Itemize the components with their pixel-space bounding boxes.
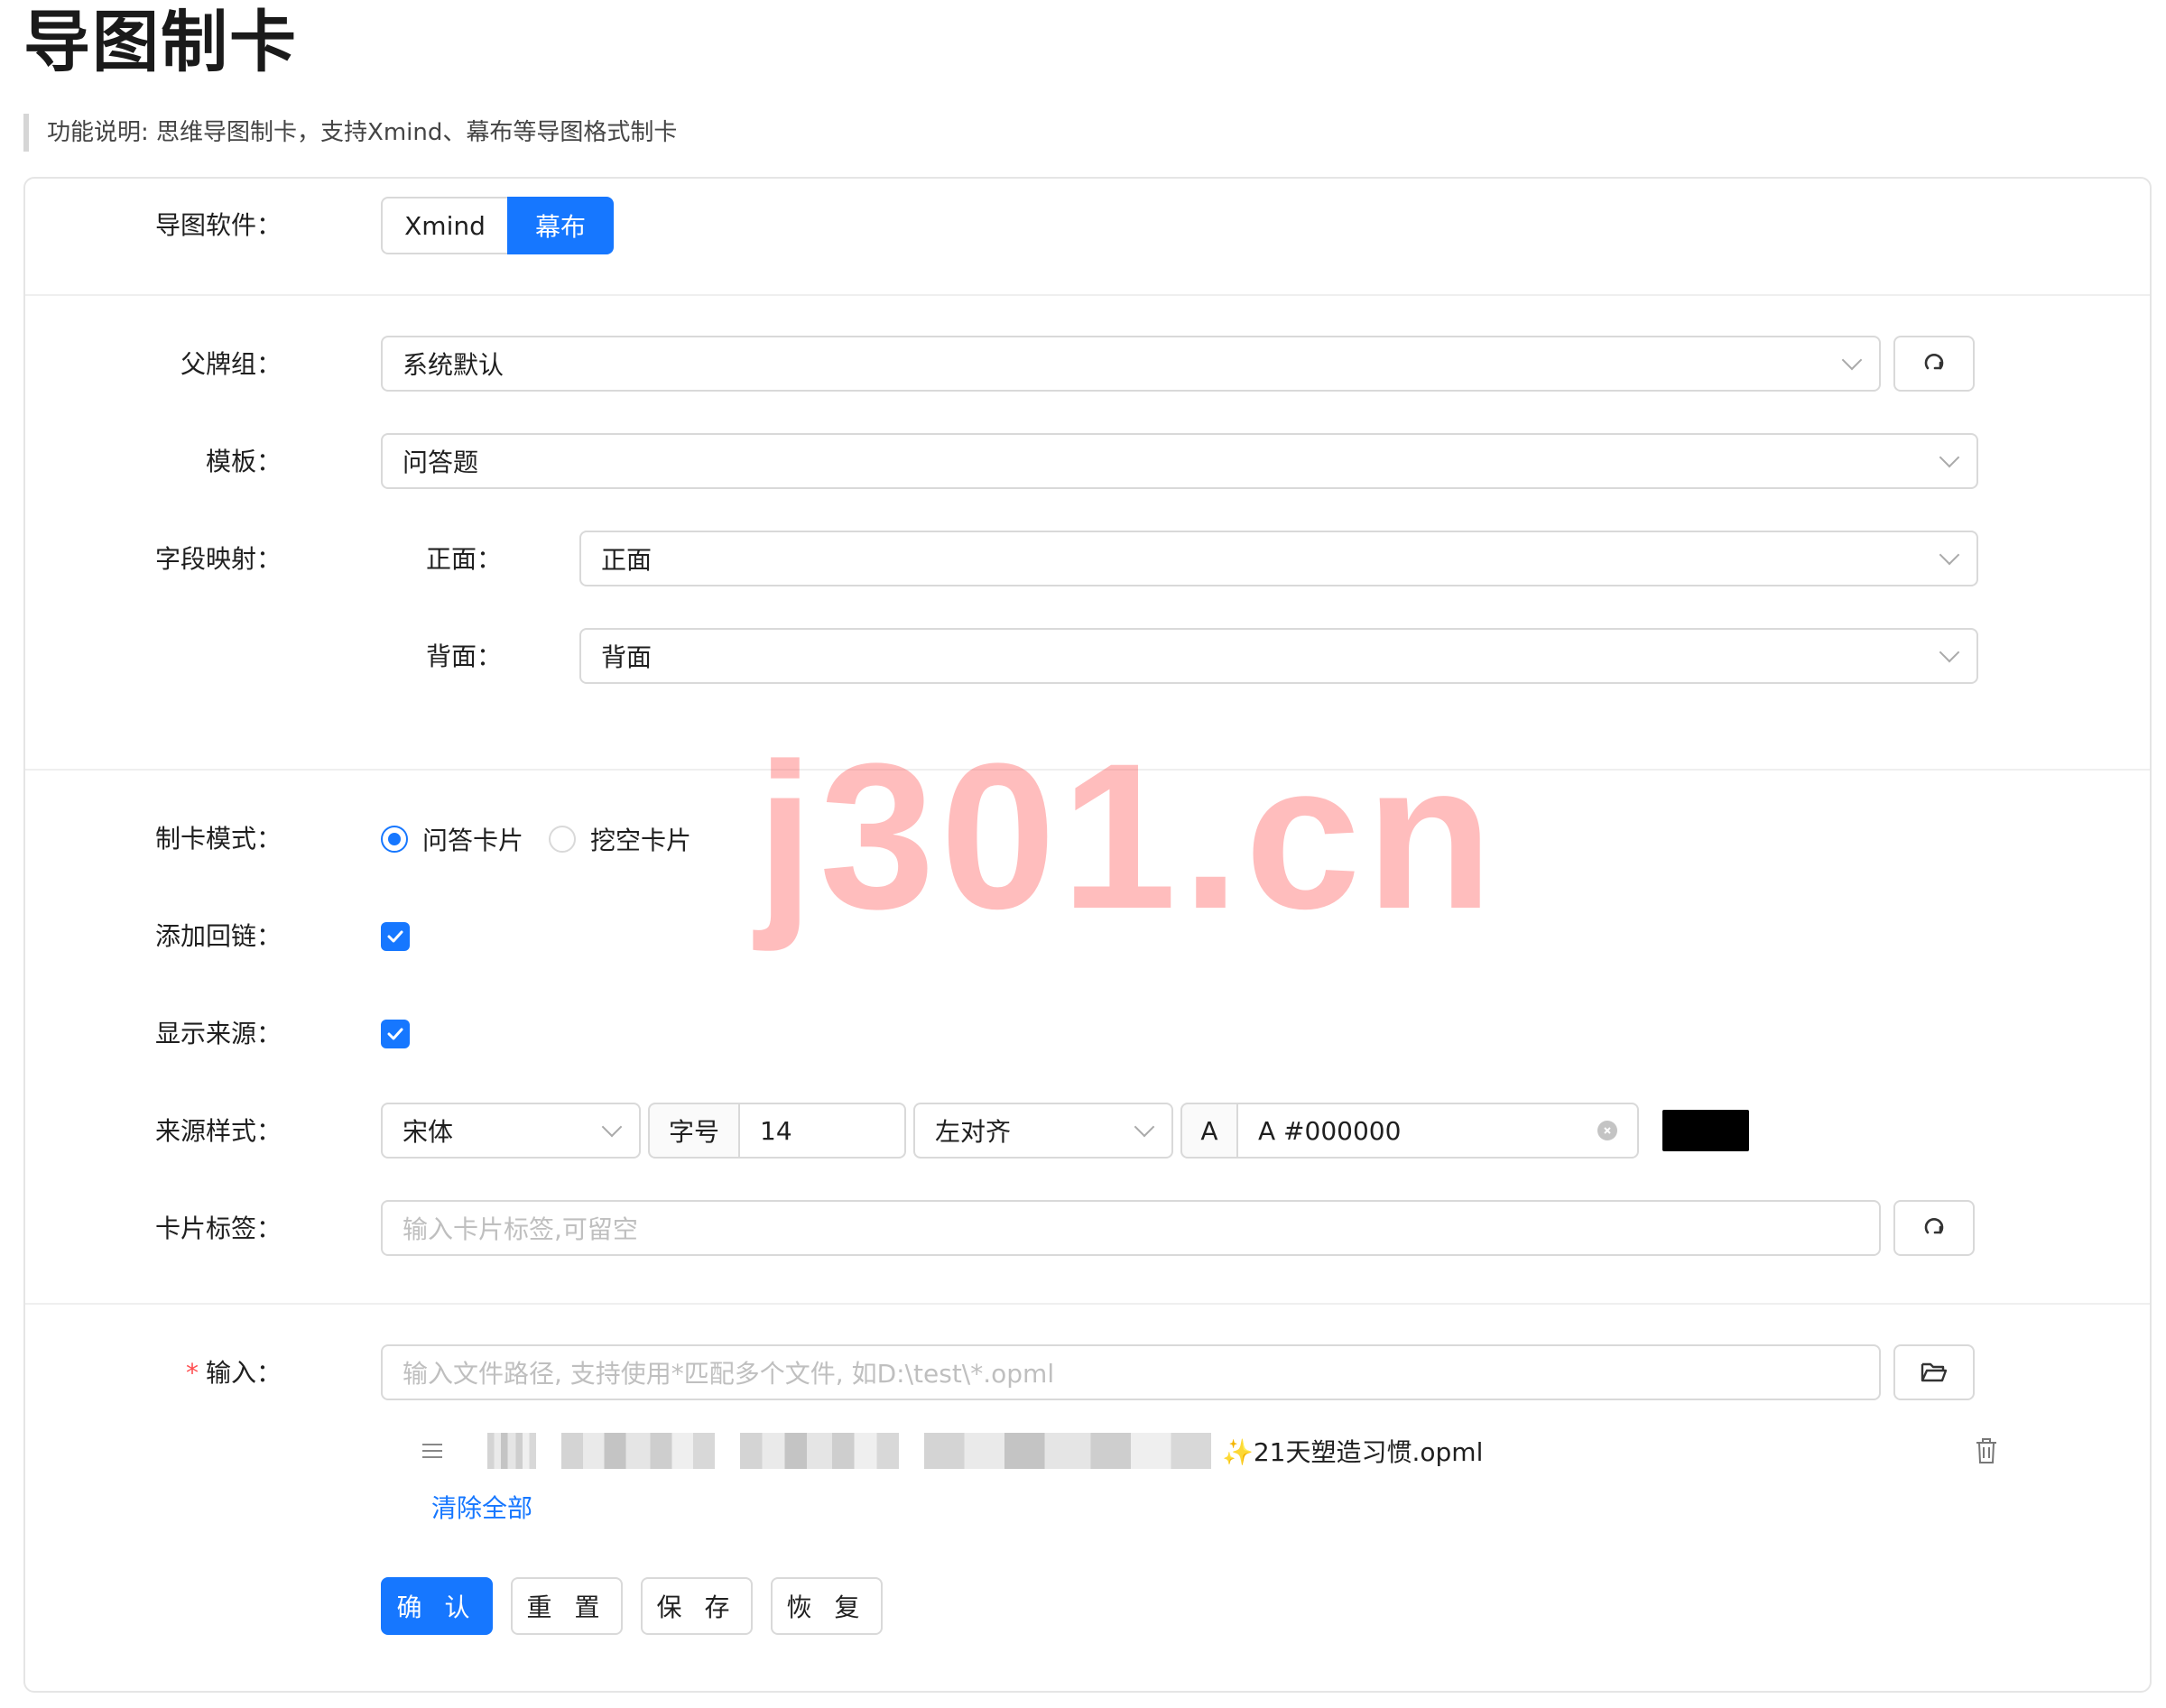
watermark: j301.cn <box>756 720 1498 952</box>
chevron-down-icon <box>1939 642 1960 663</box>
front-field-value: 正面 <box>601 545 653 575</box>
delete-icon[interactable] <box>1975 1437 1998 1464</box>
radio-checked-icon <box>381 826 408 853</box>
back-field-value: 背面 <box>601 642 653 672</box>
source-font-select[interactable]: 宋体 <box>381 1103 641 1159</box>
source-style-label: 来源样式： <box>154 1116 282 1146</box>
source-align-select[interactable]: 左对齐 <box>913 1103 1173 1159</box>
chevron-down-icon <box>1841 349 1863 371</box>
color-value: A #000000 <box>1258 1115 1402 1146</box>
font-size-label: 字号 <box>668 1117 719 1147</box>
deck-select-value: 系统默认 <box>403 350 504 380</box>
front-label: 正面： <box>425 544 502 574</box>
source-font-value: 宋体 <box>403 1117 454 1147</box>
show-source-checkbox[interactable] <box>381 1020 410 1048</box>
deck-label: 父牌组： <box>180 349 282 379</box>
font-size-input[interactable]: 14 <box>738 1103 906 1159</box>
card-mode-label: 制卡模式： <box>154 824 282 854</box>
refresh-deck-button[interactable] <box>1893 336 1975 392</box>
refresh-icon <box>1924 354 1944 370</box>
color-swatch[interactable] <box>1662 1110 1749 1151</box>
front-field-select[interactable]: 正面 <box>579 531 1978 586</box>
refresh-tags-button[interactable] <box>1893 1200 1975 1256</box>
template-label: 模板： <box>205 447 282 476</box>
redacted-path-segment <box>561 1433 715 1469</box>
card-mode-cloze-label: 挖空卡片 <box>590 826 692 855</box>
software-option-xmind[interactable]: Xmind <box>381 197 507 254</box>
template-select-value: 问答题 <box>403 448 479 477</box>
card-tags-label: 卡片标签： <box>154 1214 282 1243</box>
folder-open-icon <box>1921 1362 1948 1382</box>
input-path-placeholder: 输入文件路径, 支持使用*匹配多个文件, 如D:\test\*.opml <box>403 1359 1055 1389</box>
redacted-path-segment <box>740 1433 899 1469</box>
required-mark: * <box>185 1358 199 1388</box>
drag-handle-icon[interactable] <box>421 1441 444 1461</box>
confirm-button[interactable]: 确 认 <box>381 1577 493 1635</box>
file-list-item: ✨21天塑造习惯.opml <box>395 1424 2002 1478</box>
color-input[interactable]: A #000000 <box>1236 1103 1639 1159</box>
card-mode-cloze-radio[interactable]: 挖空卡片 <box>549 821 691 857</box>
font-size-addon: 字号 <box>648 1103 740 1159</box>
template-select[interactable]: 问答题 <box>381 433 1978 489</box>
source-align-value: 左对齐 <box>935 1117 1012 1147</box>
input-path-field[interactable]: 输入文件路径, 支持使用*匹配多个文件, 如D:\test\*.opml <box>381 1344 1881 1400</box>
field-mapping-label: 字段映射： <box>154 544 282 574</box>
restore-button[interactable]: 恢 复 <box>771 1577 883 1635</box>
radio-unchecked-icon <box>549 826 576 853</box>
input-label: * 输入： <box>185 1358 282 1388</box>
show-source-label: 显示来源： <box>154 1019 282 1048</box>
clear-all-link[interactable]: 清除全部 <box>431 1489 532 1525</box>
section-divider <box>25 1303 2150 1305</box>
feature-description: 功能说明: 思维导图制卡，支持Xmind、幕布等导图格式制卡 <box>23 114 677 152</box>
file-name: ✨21天塑造习惯.opml <box>1222 1437 1484 1467</box>
add-backlink-label: 添加回链： <box>154 921 282 951</box>
chevron-down-icon <box>1134 1116 1155 1138</box>
back-label: 背面： <box>425 642 502 671</box>
save-button[interactable]: 保 存 <box>641 1577 753 1635</box>
reset-button[interactable]: 重 置 <box>511 1577 623 1635</box>
color-addon: A <box>1180 1103 1238 1159</box>
open-folder-button[interactable] <box>1893 1344 1975 1400</box>
card-tags-placeholder: 输入卡片标签,可留空 <box>403 1214 638 1244</box>
check-icon <box>387 930 403 943</box>
card-mode-qa-label: 问答卡片 <box>422 826 524 855</box>
software-option-mubu[interactable]: 幕布 <box>507 197 614 254</box>
check-icon <box>387 1028 403 1040</box>
section-divider <box>25 294 2150 296</box>
redacted-path-segment <box>924 1433 1211 1469</box>
clear-icon[interactable] <box>1597 1121 1617 1140</box>
chevron-down-icon <box>1939 544 1960 566</box>
card-tags-input[interactable]: 输入卡片标签,可留空 <box>381 1200 1881 1256</box>
back-field-select[interactable]: 背面 <box>579 628 1978 684</box>
chevron-down-icon <box>601 1116 623 1138</box>
redacted-path-segment <box>487 1433 536 1469</box>
software-segmented: Xmind 幕布 <box>381 197 614 254</box>
deck-select[interactable]: 系统默认 <box>381 336 1881 392</box>
page-title: 导图制卡 <box>23 4 298 81</box>
software-label: 导图软件： <box>154 210 282 240</box>
chevron-down-icon <box>1939 447 1960 468</box>
color-addon-label: A <box>1200 1115 1218 1146</box>
card-mode-qa-radio[interactable]: 问答卡片 <box>381 821 523 857</box>
refresh-icon <box>1924 1218 1944 1234</box>
font-size-value: 14 <box>760 1115 792 1146</box>
add-backlink-checkbox[interactable] <box>381 922 410 951</box>
